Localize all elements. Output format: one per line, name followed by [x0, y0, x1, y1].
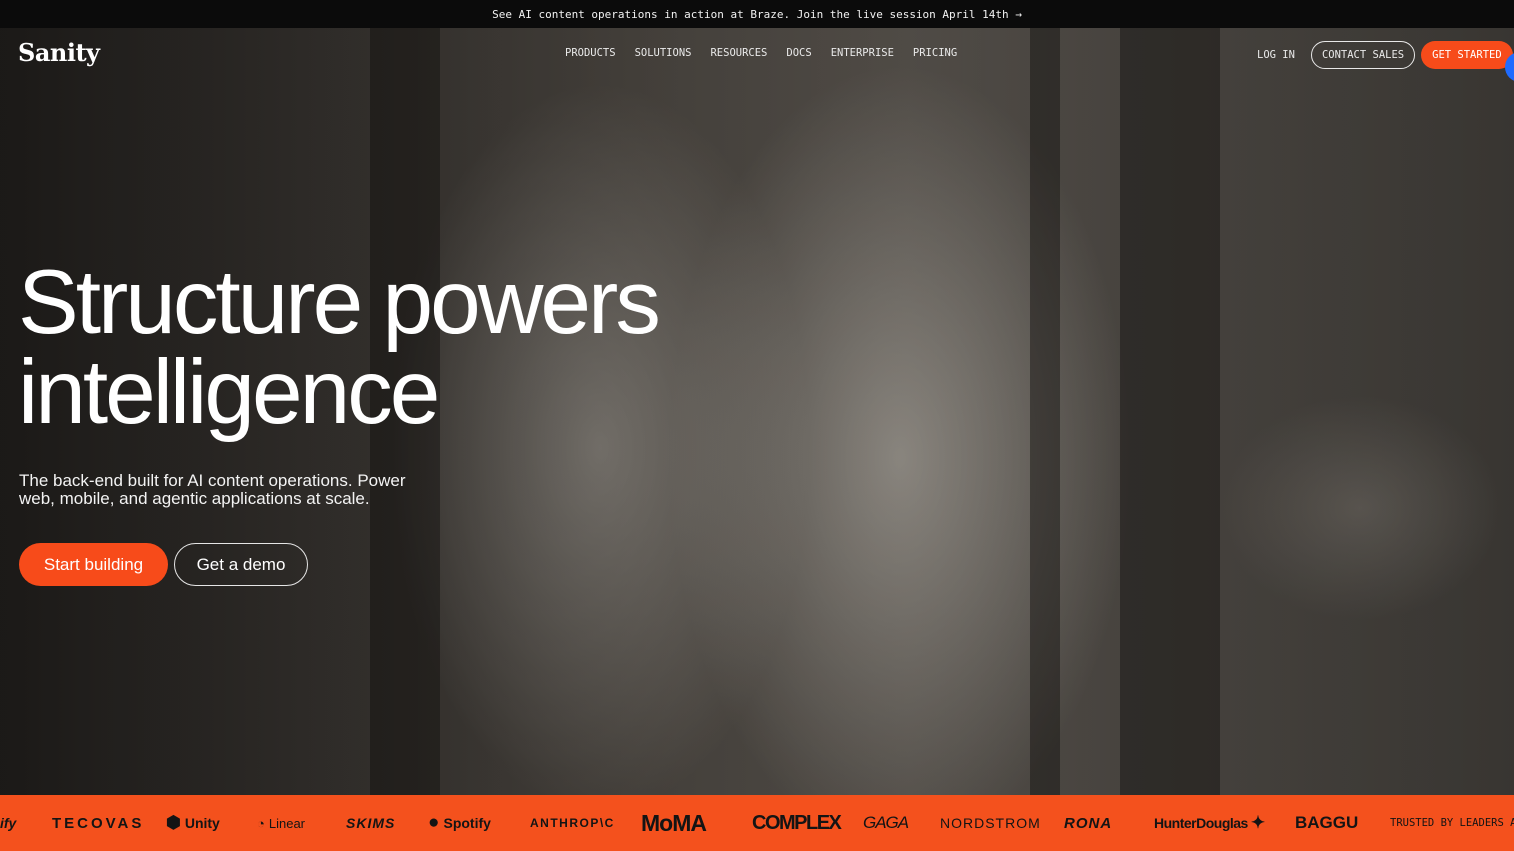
nav-pricing[interactable]: PRICING [913, 47, 957, 59]
nav-products[interactable]: PRODUCTS [565, 47, 616, 59]
logo-unity-label: Unity [184, 815, 220, 831]
login-link[interactable]: LOG IN [1257, 49, 1295, 61]
unity-icon: ⬢ [166, 813, 181, 832]
logo-ify: ify [0, 815, 17, 831]
customer-logo-strip: ify TECOVAS ⬢ Unity ◔ Linear SKIMS ● Spo… [0, 795, 1514, 851]
trusted-by-text: TRUSTED BY LEADERS AND [1390, 817, 1514, 829]
start-building-button[interactable]: Start building [19, 543, 168, 586]
logo-rona: RONA [1064, 814, 1113, 832]
spotify-icon: ● [428, 812, 440, 833]
logo-gaga: GAGA [863, 813, 909, 832]
logo-tecovas: TECOVAS [52, 814, 145, 832]
logo-hunter-douglas: HunterDouglas ✦ [1154, 795, 1269, 851]
linear-icon: ◔ [257, 815, 265, 831]
nav-docs[interactable]: DOCS [786, 47, 811, 59]
hunter-douglas-icon: ✦ [1250, 813, 1265, 832]
nav-actions: LOG IN CONTACT SALES GET STARTED [1257, 41, 1513, 69]
logo-skims: SKIMS [346, 815, 396, 831]
get-a-demo-button[interactable]: Get a demo [174, 543, 308, 586]
logo-complex: COMPLEX [752, 811, 842, 834]
logo-spotify: ● Spotify [428, 795, 491, 851]
logo-nordstrom: NORDSTROM [940, 815, 1041, 831]
hero-subtext: The back-end built for AI content operat… [19, 471, 406, 508]
logo-spotify-label: Spotify [443, 815, 491, 831]
nav-resources[interactable]: RESOURCES [710, 47, 767, 59]
logo-linear: ◔ Linear [257, 795, 305, 851]
headline-line-1: Structure powers [18, 252, 661, 353]
main-nav: PRODUCTS SOLUTIONS RESOURCES DOCS ENTERP… [565, 47, 957, 59]
sanity-logo[interactable]: Sanity [18, 38, 100, 67]
logo-baggu: BAGGU [1295, 813, 1359, 832]
nav-solutions[interactable]: SOLUTIONS [635, 47, 692, 59]
announcement-text[interactable]: See AI content operations in action at B… [492, 8, 1022, 21]
logo-unity: ⬢ Unity [166, 795, 220, 851]
announcement-bar[interactable]: See AI content operations in action at B… [0, 0, 1514, 28]
logo-hunter-douglas-label: HunterDouglas [1154, 815, 1248, 831]
logo-moma: MoMA [641, 809, 707, 836]
logo-linear-label: Linear [268, 815, 305, 831]
hero-headline: Structure powers intelligence [18, 257, 661, 438]
contact-sales-button[interactable]: CONTACT SALES [1310, 41, 1416, 69]
get-started-button[interactable]: GET STARTED [1421, 41, 1513, 69]
logo-anthropic: ANTHROP\C [530, 816, 615, 830]
headline-line-2: intelligence [18, 342, 440, 443]
nav-enterprise[interactable]: ENTERPRISE [831, 47, 894, 59]
